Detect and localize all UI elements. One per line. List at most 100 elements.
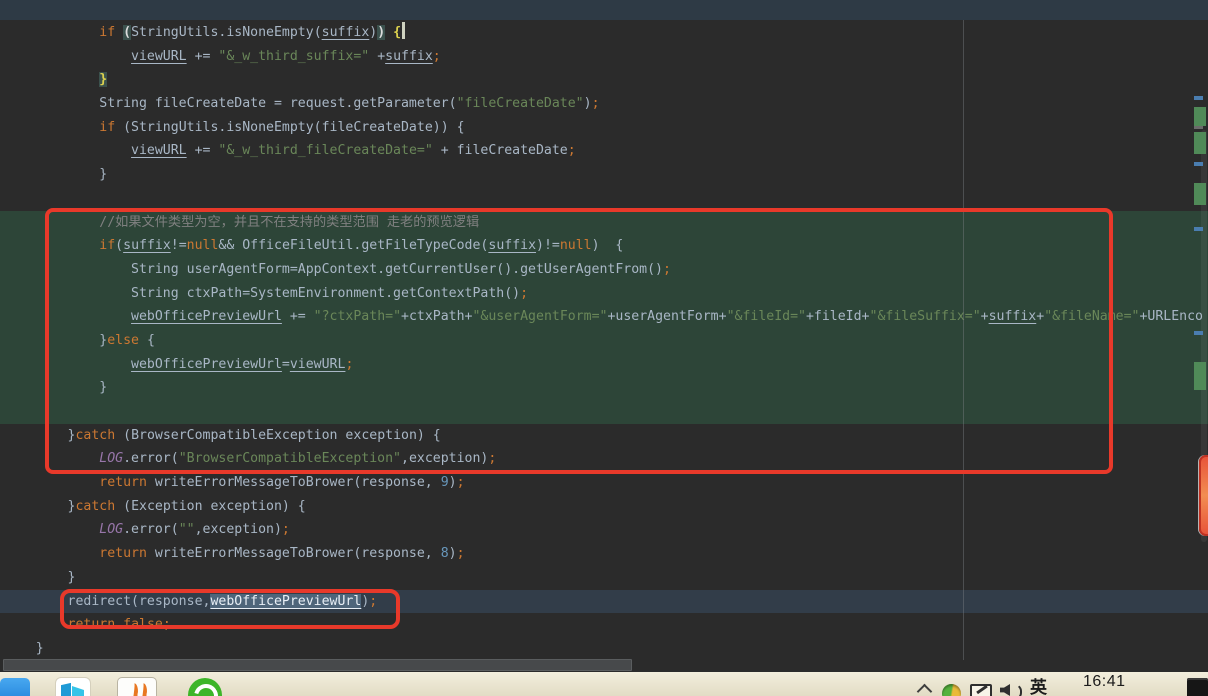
hidden-icons-chevron-icon[interactable] — [917, 684, 933, 696]
stripe-mark-added[interactable] — [1194, 132, 1206, 154]
code-token: "&_w_third_fileCreateDate=" — [218, 143, 432, 158]
code-token: ; — [457, 475, 465, 490]
red-scrollbar-marker — [1199, 455, 1208, 536]
code-line[interactable]: return writeErrorMessageToBrower(respons… — [0, 471, 1208, 495]
code-token: "" — [179, 522, 195, 537]
code-token: (StringUtils.isNoneEmpty(fileCreateDate)… — [115, 120, 464, 135]
code-line[interactable]: String fileCreateDate = request.getParam… — [0, 92, 1208, 116]
code-token — [4, 522, 99, 537]
code-token — [4, 72, 99, 87]
code-token: += — [187, 49, 219, 64]
error-stripe[interactable] — [1194, 0, 1208, 672]
code-token: return — [99, 475, 147, 490]
code-token — [385, 25, 393, 40]
code-line[interactable]: viewURL += "&_w_third_suffix=" +suffix; — [0, 45, 1208, 69]
code-token: viewURL — [131, 49, 187, 64]
stripe-mark-added[interactable] — [1194, 107, 1206, 126]
code-token — [4, 617, 68, 632]
horizontal-scrollbar[interactable] — [3, 659, 632, 671]
editor-top-bar — [0, 0, 1208, 20]
code-line[interactable]: } — [0, 163, 1208, 187]
green-sync-app-icon[interactable] — [188, 678, 222, 696]
code-line[interactable]: LOG.error("",exception); — [0, 518, 1208, 542]
code-token — [4, 167, 99, 182]
chart-bar-shape — [61, 683, 71, 696]
code-token — [115, 25, 123, 40]
code-token: StringUtils.isNoneEmpty( — [131, 25, 322, 40]
code-token: "&_w_third_suffix=" — [218, 49, 369, 64]
chart-app-icon[interactable] — [56, 678, 90, 696]
flame-app-icon[interactable] — [118, 678, 156, 696]
code-token: { — [393, 25, 401, 40]
code-token: return — [99, 546, 147, 561]
code-token — [4, 546, 99, 561]
chart-bar-shape — [72, 686, 84, 696]
code-line[interactable] — [0, 187, 1208, 211]
code-token: } — [68, 570, 76, 585]
speaker-wave-shape — [1012, 683, 1022, 696]
pen-shape — [976, 685, 988, 694]
code-token — [4, 25, 99, 40]
code-token: ) — [449, 475, 457, 490]
code-token: catch — [75, 499, 115, 514]
code-token: ( — [123, 25, 131, 40]
photos-app-icon[interactable] — [0, 678, 30, 696]
stripe-mark-added[interactable] — [1194, 362, 1206, 390]
desktop-screen: if (StringUtils.isNoneEmpty(suffix)) { v… — [0, 0, 1208, 696]
code-token — [4, 49, 131, 64]
code-line[interactable]: if (StringUtils.isNoneEmpty(suffix)) { — [0, 21, 1208, 45]
code-token: ; — [592, 96, 600, 111]
code-token: ) — [449, 546, 457, 561]
code-token: } — [36, 641, 44, 656]
clock[interactable]: 16:41 — [1083, 673, 1126, 691]
code-token: } — [99, 72, 107, 87]
peek-window[interactable] — [1187, 678, 1208, 696]
code-token — [4, 475, 99, 490]
code-token — [4, 96, 99, 111]
code-token: ; — [282, 522, 290, 537]
code-token: += — [187, 143, 219, 158]
code-token: String fileCreateDate = request.getParam… — [99, 96, 456, 111]
code-token: + fileCreateDate — [433, 143, 568, 158]
code-token: suffix — [385, 49, 433, 64]
code-token: ; — [457, 546, 465, 561]
code-line[interactable]: }catch (Exception exception) { — [0, 495, 1208, 519]
code-token — [4, 499, 68, 514]
stripe-mark-changed[interactable] — [1194, 96, 1203, 100]
stripe-mark-divider[interactable] — [1194, 126, 1203, 129]
code-line[interactable]: viewURL += "&_w_third_fileCreateDate=" +… — [0, 139, 1208, 163]
code-token — [4, 594, 68, 609]
code-token: (Exception exception) { — [115, 499, 306, 514]
code-token: ; — [433, 49, 441, 64]
code-token — [4, 120, 99, 135]
code-line[interactable]: } — [0, 68, 1208, 92]
red-annotation-rect — [45, 208, 1113, 474]
windows-taskbar: 英 16:41 — [0, 672, 1208, 696]
code-token: if — [99, 25, 115, 40]
flame-shape — [136, 682, 148, 696]
code-line[interactable]: } — [0, 566, 1208, 590]
code-token: ,exception) — [195, 522, 282, 537]
code-token: suffix — [322, 25, 370, 40]
code-token: "fileCreateDate" — [457, 96, 584, 111]
code-line[interactable]: } — [0, 637, 1208, 661]
code-token: 8 — [441, 546, 449, 561]
code-line[interactable]: if (StringUtils.isNoneEmpty(fileCreateDa… — [0, 116, 1208, 140]
touch-keyboard-icon[interactable] — [970, 684, 992, 696]
speaker-icon[interactable] — [1000, 684, 1010, 696]
ime-indicator[interactable]: 英 — [1030, 673, 1047, 696]
code-token: ; — [568, 143, 576, 158]
stripe-mark-added[interactable] — [1194, 183, 1206, 205]
code-token: writeErrorMessageToBrower(response, — [147, 546, 441, 561]
code-token: + — [369, 49, 385, 64]
code-token: .error( — [123, 522, 179, 537]
stripe-mark-changed[interactable] — [1194, 227, 1203, 231]
code-token: } — [99, 167, 107, 182]
code-token: LOG — [99, 522, 123, 537]
code-line[interactable]: return writeErrorMessageToBrower(respons… — [0, 542, 1208, 566]
stripe-mark-changed[interactable] — [1194, 331, 1203, 335]
stripe-mark-changed[interactable] — [1194, 162, 1203, 166]
sync-ring-shape — [190, 680, 223, 696]
code-token: 9 — [441, 475, 449, 490]
security-ball-icon[interactable] — [942, 684, 961, 696]
